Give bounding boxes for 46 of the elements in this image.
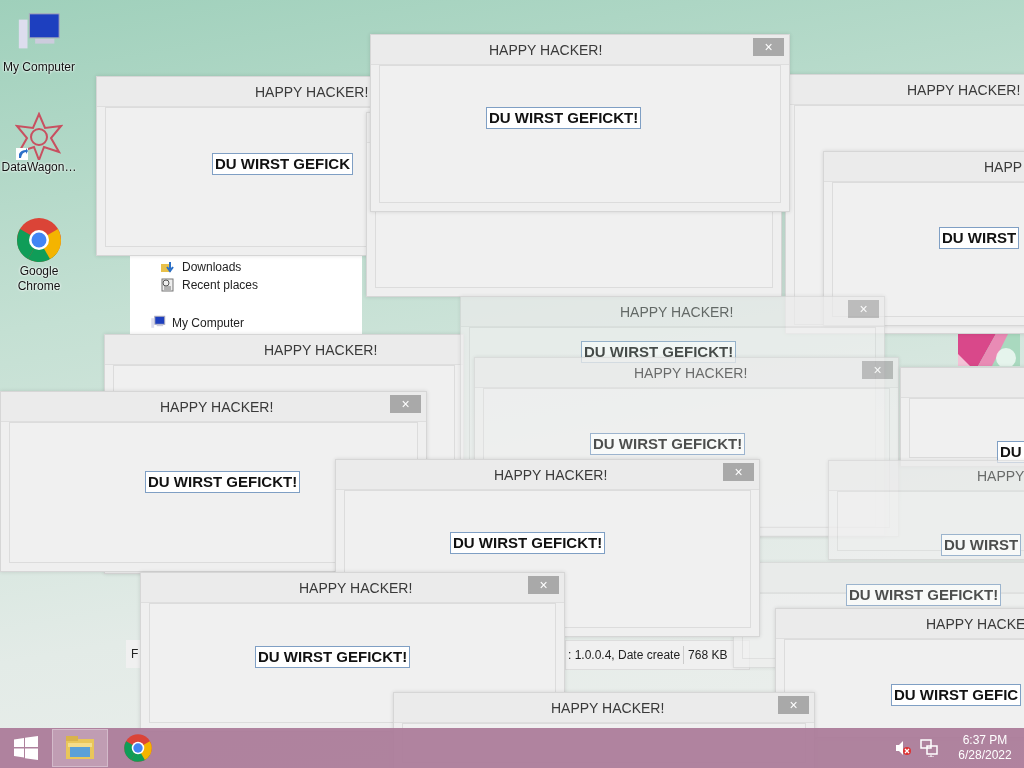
nav-item[interactable]: Downloads xyxy=(160,258,242,276)
computer-icon xyxy=(150,315,166,331)
recent-places-icon xyxy=(160,277,176,293)
icon-label[interactable]: DataWagon… xyxy=(1,160,77,175)
chrome-icon xyxy=(15,216,63,264)
message-text: DU WIRST GEFICKT! xyxy=(590,433,746,455)
window-title: HAPPY HACKER! xyxy=(264,341,378,359)
status-text: 768 KB xyxy=(683,646,728,664)
icon-label[interactable]: My Computer xyxy=(3,60,75,75)
network-icon[interactable] xyxy=(920,739,938,757)
message-text: DU WIRST xyxy=(939,227,1020,249)
window-title: HAPPY HACKE xyxy=(926,615,1024,633)
message-text: DU xyxy=(997,441,1024,463)
nav-item[interactable]: My Computer xyxy=(150,314,245,332)
window-title: HAPP xyxy=(984,158,1023,176)
message-text: DU WIRST GEFICKT! xyxy=(255,646,411,668)
downloads-icon xyxy=(160,259,176,275)
message-text: DU WIRST xyxy=(941,534,1022,556)
muted-speaker-icon[interactable] xyxy=(894,740,912,756)
message-text: DU WIRST GEFICKT! xyxy=(145,471,301,493)
message-text: DU WIRST GEFICKT! xyxy=(486,107,642,129)
window-title: HAPPY HACKER! xyxy=(299,579,413,597)
message-text: DU WIRST GEFICK xyxy=(212,153,353,175)
status-text: F xyxy=(126,640,140,668)
window-title: HAPPY xyxy=(977,467,1024,485)
chrome-icon xyxy=(123,733,153,763)
icon-label[interactable]: Google Chrome xyxy=(0,264,78,294)
window-title: HAPPY HACKER! xyxy=(907,81,1021,99)
message-text: DU WIRST GEFICKT! xyxy=(450,532,606,554)
window-title: HAPPY HACKER! xyxy=(160,398,274,416)
window-title: HAPPY HACKER! xyxy=(634,364,748,382)
window-title: HAPPY HACKER! xyxy=(620,303,734,321)
message-text: DU WIRST GEFICKT! xyxy=(846,584,1002,606)
nav-item-label[interactable]: My Computer xyxy=(172,314,245,332)
window-title: HAPPY HACKER! xyxy=(551,699,665,717)
status-text: : 1.0.0.4, Date create xyxy=(567,647,682,664)
star-shortcut-icon xyxy=(15,112,63,160)
nav-item-label[interactable]: Downloads xyxy=(182,258,242,276)
nav-item-label[interactable]: Recent places xyxy=(182,276,259,294)
taskbar-app[interactable] xyxy=(52,729,108,767)
nav-item[interactable]: Recent places xyxy=(160,276,259,294)
message-text: DU WIRST GEFIC xyxy=(891,684,1022,706)
window-title: HAPPY HACKER! xyxy=(489,41,603,59)
window-title: HAPPY HACKER! xyxy=(255,83,369,101)
window-title: HAPPY HACKER! xyxy=(494,466,608,484)
windows-logo-icon xyxy=(13,736,39,760)
